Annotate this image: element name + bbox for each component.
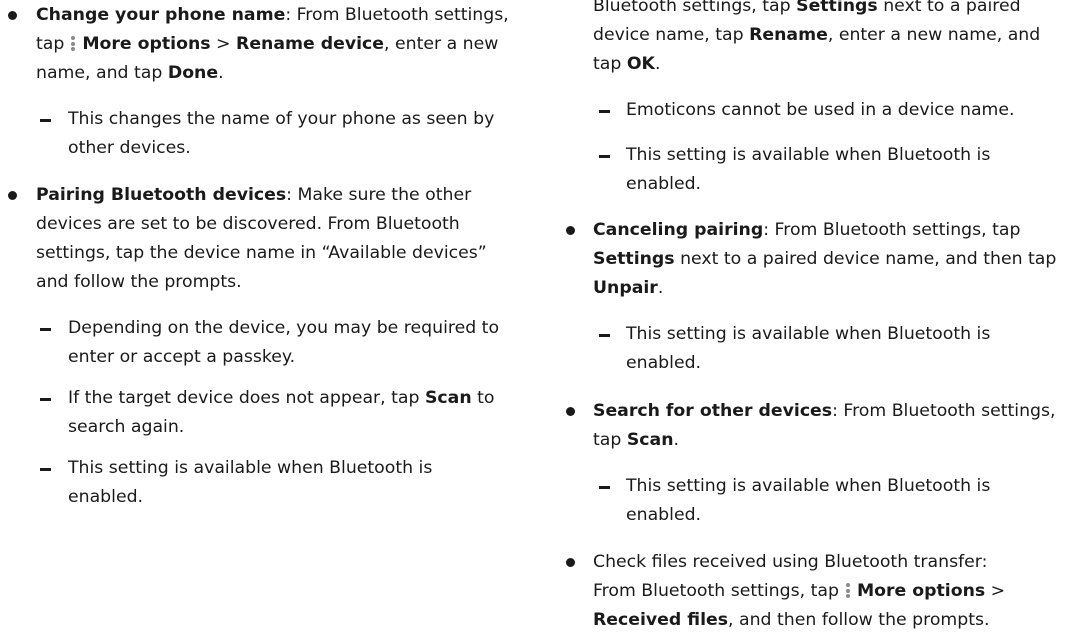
sub-note: This setting is available when Bluetooth… (626, 145, 991, 165)
text: Bluetooth settings, tap (593, 0, 797, 16)
sub-note: This setting is available when Bluetooth… (68, 458, 433, 478)
bullet-canceling-line3: Unpair. (593, 276, 663, 301)
bullet-search-line1: Search for other devices: From Bluetooth… (593, 399, 1056, 424)
dash-bullet (40, 328, 51, 331)
more-options-label: More options (856, 581, 986, 601)
text: tap (36, 34, 65, 54)
chevron-separator: > (985, 581, 1006, 601)
text: next to a paired device name, and then t… (674, 249, 1057, 269)
ok-label: OK (626, 54, 655, 74)
continuation-line2: device name, tap Rename, enter a new nam… (593, 23, 1040, 48)
text: next to a paired (877, 0, 1021, 16)
sub-note: enter or accept a passkey. (68, 347, 296, 367)
sub-note: Emoticons cannot be used in a device nam… (626, 100, 1015, 120)
more-options-label: More options (82, 34, 211, 54)
sub-note: This changes the name of your phone as s… (68, 109, 495, 129)
rename-label: Rename (749, 25, 828, 45)
bullet-change-phone-name-line1: Change your phone name: From Bluetooth s… (36, 3, 509, 28)
sub-note: enabled. (626, 174, 702, 194)
sub-note: This setting is available when Bluetooth… (626, 324, 991, 344)
text: , enter a new (384, 34, 499, 54)
check-files-line2: From Bluetooth settings, tap More options… (593, 579, 1005, 604)
more-options-icon (845, 583, 851, 598)
text: tap (593, 54, 627, 74)
manual-page: Change your phone name: From Bluetooth s… (0, 0, 1077, 630)
dash-bullet (599, 110, 610, 113)
unpair-label: Unpair (593, 278, 658, 298)
sub-note: enabled. (68, 487, 144, 507)
sub-note: enabled. (626, 505, 702, 525)
settings-label: Settings (796, 0, 878, 16)
text: : From Bluetooth settings, (285, 5, 509, 25)
more-options-icon (70, 36, 76, 51)
dash-bullet (40, 398, 51, 401)
text: : From Bluetooth settings, tap (763, 220, 1021, 240)
text: From Bluetooth settings, tap (593, 581, 839, 601)
search-devices-title: Search for other devices (593, 401, 833, 421)
bullet-search-line2: tap Scan. (593, 428, 679, 453)
sub-note: Depending on the device, you may be requ… (68, 318, 500, 338)
dash-bullet (599, 486, 610, 489)
bullet-canceling-line1: Canceling pairing: From Bluetooth settin… (593, 218, 1020, 243)
text: . (654, 54, 661, 74)
sub-note: If the target device does not appear, ta… (68, 386, 494, 411)
text: . (673, 430, 680, 450)
text: : From Bluetooth settings, (832, 401, 1056, 421)
continuation-line1: Bluetooth settings, tap Settings next to… (593, 0, 1021, 19)
change-phone-name-title: Change your phone name (36, 5, 286, 25)
scan-label: Scan (626, 430, 674, 450)
bullet-dot (8, 191, 17, 200)
bullet-change-phone-name-line3: name, and tap Done. (36, 61, 224, 86)
bullet-canceling-line2: Settings next to a paired device name, a… (593, 247, 1056, 272)
text: : Make sure the other (286, 185, 472, 205)
check-files-line1: Check files received using Bluetooth tra… (593, 552, 988, 572)
rename-device-label: Rename device (236, 34, 385, 54)
bullet-pairing-line1: Pairing Bluetooth devices: Make sure the… (36, 183, 471, 208)
dash-bullet (599, 334, 610, 337)
done-label: Done (167, 63, 219, 83)
text: tap (593, 430, 627, 450)
text: device name, tap (593, 25, 750, 45)
text: If the target device does not appear, ta… (68, 388, 425, 408)
text: . (657, 278, 664, 298)
bullet-change-phone-name-line2: tap More options > Rename device, enter a… (36, 32, 498, 57)
text: devices are set to be discovered. From B… (36, 214, 460, 234)
sub-note: other devices. (68, 138, 191, 158)
text: , enter a new name, and (827, 25, 1041, 45)
bullet-dot (8, 11, 17, 20)
pairing-title: Pairing Bluetooth devices (36, 185, 287, 205)
text: , and then follow the prompts. (728, 610, 990, 630)
sub-note: This setting is available when Bluetooth… (626, 476, 991, 496)
text: to (471, 388, 495, 408)
text: and follow the prompts. (36, 272, 242, 292)
settings-label: Settings (593, 249, 675, 269)
received-files-label: Received files (593, 610, 729, 630)
dash-bullet (40, 468, 51, 471)
bullet-dot (566, 407, 575, 416)
canceling-pairing-title: Canceling pairing (593, 220, 764, 240)
chevron-separator: > (210, 34, 237, 54)
bullet-dot (566, 226, 575, 235)
text: name, and tap (36, 63, 168, 83)
dash-bullet (40, 119, 51, 122)
sub-note: enabled. (626, 353, 702, 373)
dash-bullet (599, 155, 610, 158)
text: . (218, 63, 224, 83)
scan-label: Scan (424, 388, 472, 408)
text: settings, tap the device name in “Availa… (36, 243, 487, 263)
continuation-line3: tap OK. (593, 52, 660, 77)
sub-note: search again. (68, 417, 185, 437)
check-files-line3: Received files, and then follow the prom… (593, 608, 990, 633)
bullet-dot (566, 558, 575, 567)
